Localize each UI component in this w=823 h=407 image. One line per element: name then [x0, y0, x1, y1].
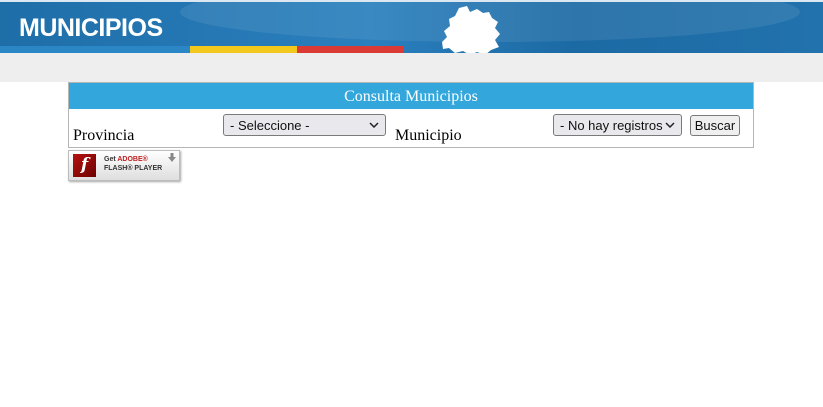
provincia-select[interactable]: - Seleccione -	[223, 114, 386, 136]
flash-adobe-word: ADOBE®	[117, 156, 148, 163]
stripe-yellow	[190, 46, 297, 53]
municipio-select[interactable]: - No hay registros	[553, 114, 682, 136]
page-title: MUNICIPIOS	[19, 14, 163, 42]
download-arrow-icon	[168, 153, 176, 162]
flash-get-word: Get	[104, 156, 116, 163]
header-banner: MUNICIPIOS	[0, 0, 823, 53]
chevron-down-icon	[369, 122, 379, 129]
region-map-icon	[442, 6, 500, 53]
municipio-label: Municipio	[395, 127, 462, 144]
flash-logo-icon: f	[73, 154, 96, 177]
nav-bar	[0, 53, 823, 82]
stripe-blue	[0, 46, 190, 53]
flag-stripes	[0, 46, 404, 53]
flash-player-text: FLASH® PLAYER	[104, 165, 163, 172]
chevron-down-icon	[665, 122, 675, 129]
panel-title: Consulta Municipios	[69, 83, 753, 109]
municipio-select-value: - No hay registros	[560, 117, 663, 133]
provincia-label: Provincia	[73, 127, 135, 144]
flash-get-text: Get ADOBE®	[104, 156, 148, 163]
get-flash-player-badge[interactable]: f Get ADOBE® FLASH® PLAYER	[68, 150, 180, 181]
search-panel: Consulta Municipios Provincia - Seleccio…	[68, 82, 754, 148]
stripe-red	[297, 46, 404, 53]
search-button[interactable]: Buscar	[690, 115, 740, 136]
provincia-select-value: - Seleccione -	[230, 117, 310, 133]
